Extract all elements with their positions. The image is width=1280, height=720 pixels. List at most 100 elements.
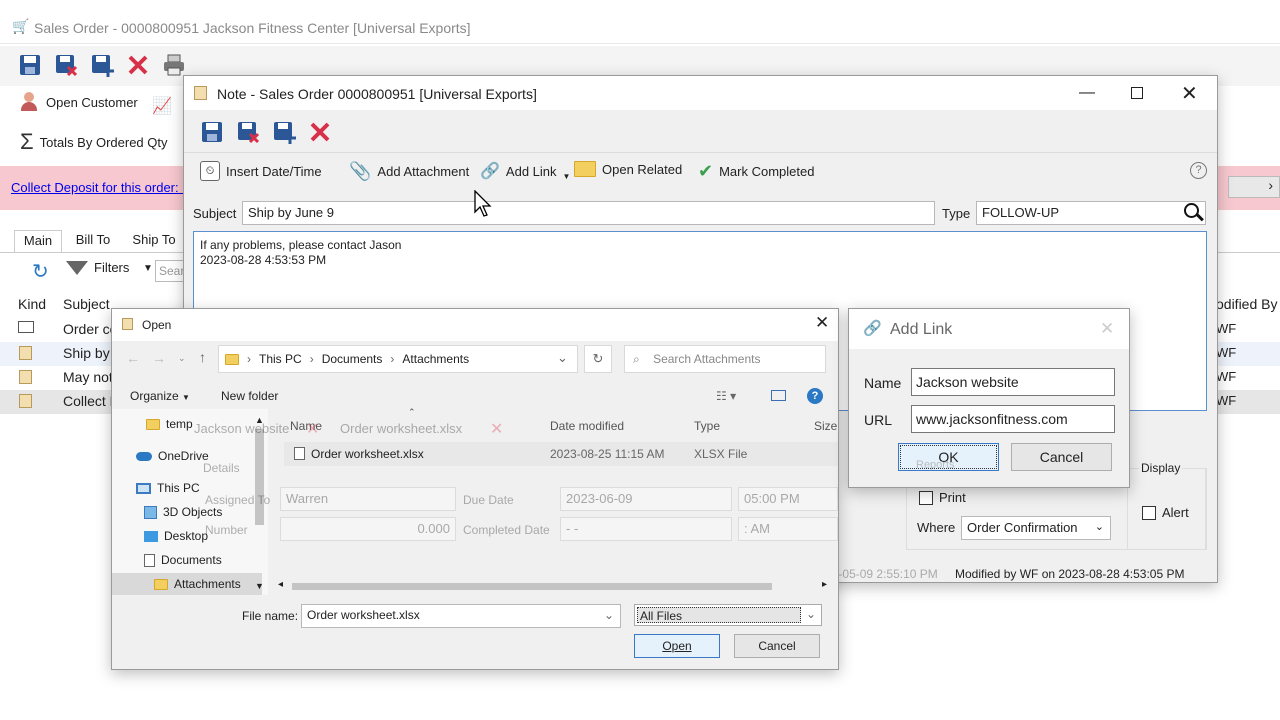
file-type-value: All Files bbox=[640, 609, 683, 623]
filters-dropdown-icon[interactable]: ▼ bbox=[143, 263, 153, 274]
link-name-input[interactable]: Jackson website bbox=[911, 368, 1115, 396]
ghost-due-time: 05:00 PM bbox=[744, 491, 800, 506]
hscroll-left-icon: ◂ bbox=[278, 579, 284, 590]
note-delete-icon[interactable] bbox=[308, 120, 332, 144]
type-input[interactable]: FOLLOW-UP bbox=[976, 201, 1206, 225]
note-save-icon[interactable] bbox=[200, 120, 224, 144]
ghost-number-value: 0.000 bbox=[417, 521, 450, 536]
file-type-value-box: All Files bbox=[637, 607, 801, 623]
add-link-dialog: 🔗 Add Link ✕ Name Jackson website URL ww… bbox=[848, 308, 1130, 488]
subject-label: Subject bbox=[193, 206, 237, 221]
filters-button[interactable]: Filters bbox=[66, 260, 129, 275]
ghost-assigned-value: Warren bbox=[286, 491, 329, 506]
where-value: Order Confirmation bbox=[967, 520, 1078, 535]
delete-icon[interactable] bbox=[126, 53, 150, 77]
minimize-icon[interactable]: — bbox=[1079, 84, 1095, 102]
add-link-dropdown-icon[interactable]: ▼ bbox=[563, 172, 571, 181]
ghost-due-time-field: 05:00 PM bbox=[738, 487, 838, 511]
maximize-icon[interactable] bbox=[1131, 87, 1143, 99]
mouse-cursor-icon bbox=[474, 190, 492, 217]
ghost-assigned-label: Assigned To bbox=[205, 493, 271, 507]
cart-icon: 🛒 bbox=[12, 18, 30, 34]
note-save-new-icon[interactable] bbox=[272, 120, 296, 144]
chart-icon[interactable]: 📈 bbox=[152, 96, 172, 116]
tab-ship-to[interactable]: Ship To bbox=[124, 230, 184, 252]
note-icon bbox=[19, 346, 32, 360]
save-new-icon[interactable] bbox=[90, 53, 114, 77]
file-type-dropdown-icon: ⌄ bbox=[805, 607, 816, 621]
collect-deposit-link[interactable]: Collect Deposit for this order: B bbox=[11, 180, 191, 195]
ghost-drag-delete-icon: ✕ bbox=[490, 421, 504, 438]
add-attachment-button[interactable]: 📎 Add Attachment bbox=[349, 161, 469, 182]
print-checkbox[interactable]: Print bbox=[919, 490, 966, 505]
print-checkbox-box bbox=[919, 490, 933, 505]
save-icon[interactable] bbox=[18, 53, 42, 77]
alert-label: Alert bbox=[1162, 505, 1189, 520]
file-name-label: File name: bbox=[242, 609, 299, 623]
where-select[interactable]: Order Confirmation ⌄ bbox=[961, 516, 1111, 540]
save-close-icon[interactable] bbox=[54, 53, 78, 77]
file-name-input[interactable]: Order worksheet.xlsx ⌄ bbox=[301, 604, 621, 628]
help-icon[interactable]: ? bbox=[1190, 162, 1207, 179]
cancel-button[interactable]: Cancel bbox=[734, 634, 820, 658]
print-icon[interactable] bbox=[162, 53, 186, 77]
col-subject[interactable]: Subject bbox=[63, 296, 110, 312]
open-customer-label: Open Customer bbox=[46, 94, 138, 110]
link-icon: 🔗 bbox=[480, 163, 500, 180]
subject-value: Ship by June 9 bbox=[248, 205, 335, 220]
customer-icon bbox=[20, 92, 38, 112]
type-label: Type bbox=[942, 206, 971, 221]
open-file-dialog: Open ✕ ← → ⌄ ↑ › This PC › Documents › A… bbox=[111, 308, 839, 670]
note-title: Note - Sales Order 0000800951 [Universal… bbox=[217, 86, 537, 102]
link-name-value: Jackson website bbox=[916, 374, 1019, 390]
open-customer-button[interactable]: Open Customer bbox=[20, 92, 138, 112]
row-modified: WF bbox=[1216, 345, 1237, 360]
insert-datetime-label: Insert Date/Time bbox=[226, 163, 322, 179]
open-button[interactable]: Open bbox=[634, 634, 720, 658]
mark-completed-label: Mark Completed bbox=[719, 164, 815, 179]
link-url-input[interactable]: www.jacksonfitness.com bbox=[911, 405, 1115, 433]
refresh-icon[interactable]: ↻ bbox=[32, 259, 49, 284]
totals-button[interactable]: Σ Totals By Ordered Qty bbox=[20, 129, 168, 154]
note-save-close-icon[interactable] bbox=[236, 120, 260, 144]
link-cancel-button[interactable]: Cancel bbox=[1011, 443, 1112, 471]
tab-main[interactable]: Main bbox=[14, 230, 62, 252]
scroll-right-button[interactable]: › bbox=[1228, 176, 1280, 198]
alert-checkbox[interactable]: Alert bbox=[1142, 505, 1189, 520]
note-title-icon bbox=[194, 86, 207, 100]
ghost-number-label: Number bbox=[205, 523, 248, 537]
note-body-line2: 2023-08-28 4:53:53 PM bbox=[200, 253, 327, 267]
ghost-completed-label: Completed Date bbox=[463, 523, 550, 537]
row-modified: WF bbox=[1216, 321, 1237, 336]
print-label: Print bbox=[939, 490, 966, 505]
file-name-dropdown-icon: ⌄ bbox=[603, 608, 614, 622]
ghost-due-field: 2023-06-09 bbox=[560, 487, 732, 511]
open-related-label: Open Related bbox=[602, 161, 683, 177]
mark-completed-button[interactable]: ✔ Mark Completed bbox=[698, 161, 814, 182]
hscroll-right-icon: ▸ bbox=[822, 579, 828, 590]
insert-datetime-button[interactable]: ⏲ Insert Date/Time bbox=[200, 161, 322, 181]
checkmark-icon: ✔ bbox=[698, 161, 714, 181]
ghost-layer: ✕ Order worksheet.xlsx ✕ Jackson website… bbox=[112, 309, 838, 599]
sales-order-title: Sales Order - 0000800951 Jackson Fitness… bbox=[34, 20, 471, 36]
col-kind[interactable]: Kind bbox=[18, 296, 46, 312]
subject-input[interactable]: Ship by June 9 bbox=[242, 201, 935, 225]
open-related-button[interactable]: Open Related bbox=[574, 161, 682, 177]
calendar-clock-icon: ⏲ bbox=[200, 161, 220, 181]
link-cancel-label: Cancel bbox=[1039, 449, 1084, 465]
file-list-hscroll[interactable]: ◂ ▸ bbox=[276, 579, 836, 593]
col-modified-by[interactable]: odified By bbox=[1216, 296, 1277, 312]
add-link-button[interactable]: 🔗 Add Link ▼ bbox=[480, 161, 570, 181]
note-icon bbox=[19, 370, 32, 384]
file-type-select[interactable]: All Files ⌄ bbox=[634, 604, 822, 626]
close-icon[interactable]: ✕ bbox=[1181, 81, 1198, 106]
ghost-reports-label: Reports bbox=[916, 459, 955, 471]
paperclip-icon: 📎 bbox=[349, 161, 372, 181]
sigma-icon: Σ bbox=[20, 129, 34, 154]
add-link-close-icon[interactable]: ✕ bbox=[1100, 319, 1114, 339]
tab-bill-to[interactable]: Bill To bbox=[66, 230, 120, 252]
notes-search-placeholder: Sear bbox=[159, 264, 185, 278]
row-modified: WF bbox=[1216, 393, 1237, 408]
folder-open-icon bbox=[574, 161, 596, 177]
sales-order-titlebar: 🛒 Sales Order - 0000800951 Jackson Fitne… bbox=[0, 10, 1280, 44]
